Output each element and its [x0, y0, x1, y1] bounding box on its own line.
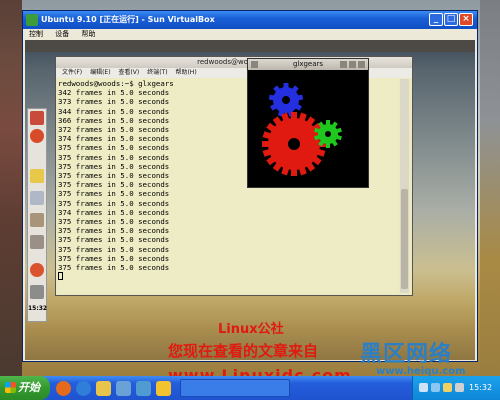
terminal-line: 375 frames in 5.0 seconds	[58, 226, 170, 236]
menu-terminal[interactable]: 终端(T)	[147, 69, 167, 76]
folder-icon[interactable]	[96, 381, 111, 396]
ie-icon[interactable]	[76, 381, 91, 396]
tray-icon[interactable]	[443, 383, 452, 392]
terminal-line: 375 frames in 5.0 seconds	[58, 198, 170, 208]
folder-icon[interactable]	[30, 169, 44, 183]
glxgears-titlebar[interactable]: glxgears	[248, 59, 368, 70]
menu-help[interactable]: 帮助(H)	[175, 69, 196, 76]
glxgears-window[interactable]: glxgears	[247, 58, 369, 188]
firefox-icon[interactable]	[56, 381, 71, 396]
tray-icon[interactable]	[431, 383, 440, 392]
taskbar-clock[interactable]: 15:32	[469, 376, 492, 400]
menu-control[interactable]: 控制	[29, 30, 43, 38]
terminal-scrollbar[interactable]	[400, 79, 409, 293]
dock-clock: 15:32	[28, 305, 48, 312]
tray-icon[interactable]	[419, 383, 428, 392]
terminal-line: 375 frames in 5.0 seconds	[58, 263, 170, 273]
virtualbox-menubar: 控制 设备 帮助	[23, 29, 477, 40]
close-button[interactable]: ×	[459, 13, 473, 26]
app-icon[interactable]	[116, 381, 131, 396]
dock-app-icon[interactable]	[30, 213, 44, 227]
dock-app-icon[interactable]	[30, 129, 44, 143]
watermark-site-name: Linux公社	[218, 322, 284, 337]
watermark-logo: 黑区网络	[360, 342, 453, 367]
menu-devices[interactable]: 设备	[55, 30, 69, 38]
windows-logo-icon	[5, 382, 16, 393]
maximize-button[interactable]: □	[444, 13, 458, 26]
ubuntu-icon[interactable]	[30, 263, 44, 277]
watermark-caption: 您现在查看的文章来自	[168, 342, 319, 360]
dock-app-icon[interactable]	[30, 235, 44, 249]
taskbar-window-button[interactable]	[180, 379, 290, 397]
minimize-button[interactable]: _	[429, 13, 443, 26]
terminal-icon[interactable]	[30, 191, 44, 205]
terminal-line: 375 frames in 5.0 seconds	[58, 253, 170, 263]
guest-dock: 15:32	[27, 108, 47, 322]
guest-screen[interactable]: 15:32 redwoods@woods: ~ 文件(F) 编辑(E) 查看(V…	[25, 40, 475, 360]
blue-gear	[268, 83, 304, 117]
terminal-line: 375 frames in 5.0 seconds	[58, 244, 170, 254]
volume-icon[interactable]	[30, 285, 44, 299]
minimize-button[interactable]	[340, 61, 347, 68]
maximize-button[interactable]	[349, 61, 356, 68]
menu-view[interactable]: 查看(V)	[118, 69, 139, 76]
glxgears-title: glxgears	[292, 60, 324, 68]
virtualbox-icon	[26, 14, 38, 26]
guest-top-panel	[25, 40, 475, 52]
virtualbox-window: Ubuntu 9.10 [正在运行] - Sun VirtualBox _ □ …	[22, 10, 478, 362]
terminal-cursor	[58, 272, 63, 281]
app-icon[interactable]	[136, 381, 151, 396]
terminal-line: 375 frames in 5.0 seconds	[58, 235, 170, 245]
menu-edit[interactable]: 编辑(E)	[90, 69, 110, 76]
host-desktop-left-strip	[0, 0, 22, 376]
red-gear	[262, 112, 326, 176]
host-taskbar: 开始 15:32	[0, 376, 500, 400]
menu-file[interactable]: 文件(F)	[62, 69, 82, 76]
window-title: Ubuntu 9.10 [正在运行] - Sun VirtualBox	[41, 15, 215, 24]
start-button[interactable]: 开始	[0, 376, 50, 400]
dock-app-icon[interactable]	[30, 111, 44, 125]
virtualbox-icon[interactable]	[156, 381, 171, 396]
gears-canvas	[262, 83, 342, 176]
virtualbox-titlebar[interactable]: Ubuntu 9.10 [正在运行] - Sun VirtualBox _ □ …	[23, 11, 477, 29]
close-button[interactable]	[358, 61, 365, 68]
menu-help[interactable]: 帮助	[81, 30, 95, 38]
tray-icon[interactable]	[455, 383, 464, 392]
terminal-line: 374 frames in 5.0 seconds	[58, 207, 170, 217]
scrollbar-thumb[interactable]	[401, 189, 408, 289]
system-tray: 15:32	[412, 376, 500, 400]
terminal-line: 375 frames in 5.0 seconds	[58, 189, 170, 199]
host-desktop-right-strip	[480, 0, 500, 376]
start-label: 开始	[18, 381, 40, 394]
window-menu-button[interactable]	[251, 61, 258, 68]
terminal-line: 375 frames in 5.0 seconds	[58, 217, 170, 227]
